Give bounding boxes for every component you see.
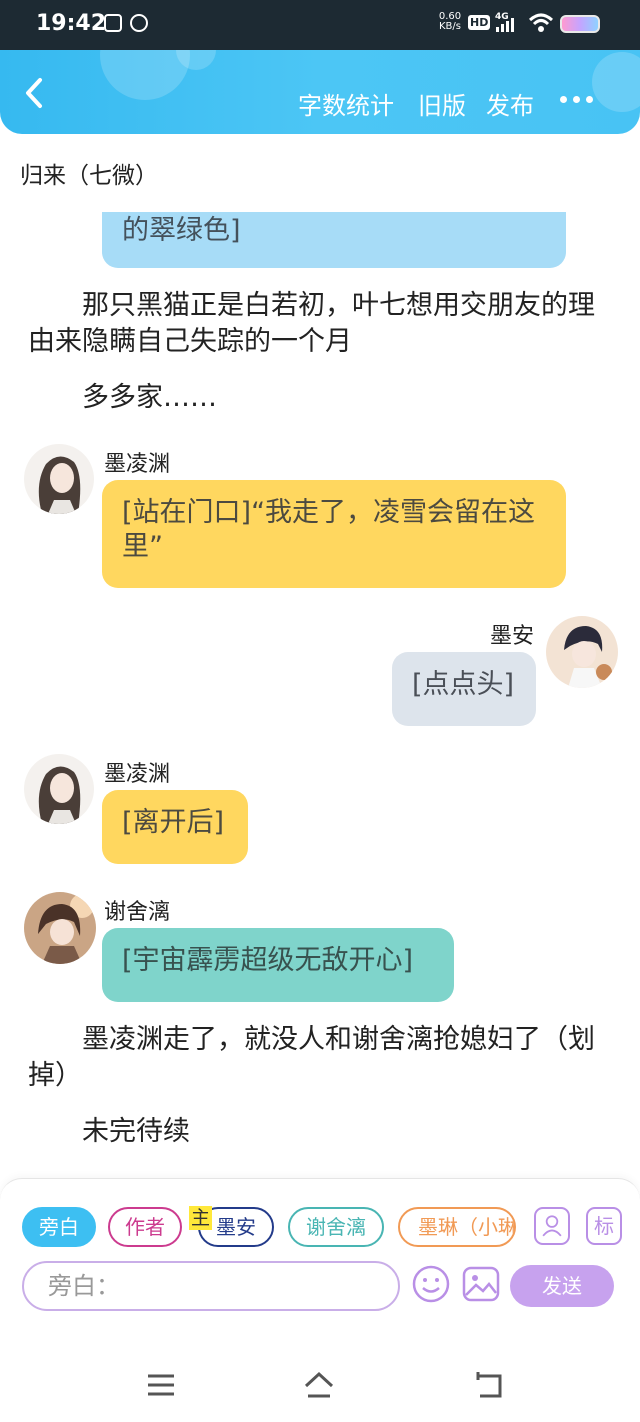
message-bubble[interactable]: 的翠绿色] <box>102 212 566 268</box>
role-chip-narrator[interactable]: 旁白 <box>22 1207 96 1247</box>
wifi-icon <box>528 13 554 32</box>
message-input[interactable]: 旁白： <box>22 1261 400 1311</box>
publish-button[interactable]: 发布 <box>486 86 534 121</box>
narration-text[interactable]: 多多家…… <box>82 380 217 416</box>
speaker-name: 谢舍漓 <box>104 900 171 925</box>
narration-text[interactable]: 未完待续 <box>82 1114 190 1150</box>
main-role-tag: 主 <box>189 1206 213 1230</box>
word-count-button[interactable]: 字数统计 <box>298 86 394 121</box>
role-chip-xieshelin[interactable]: 谢舍漓 <box>288 1207 384 1247</box>
app-status-icon <box>130 14 148 32</box>
more-options-icon[interactable] <box>560 86 600 112</box>
system-nav-bar <box>0 1350 640 1422</box>
speaker-name: 墨凌渊 <box>104 762 171 787</box>
image-icon[interactable] <box>462 1265 500 1303</box>
chapter-title[interactable]: 归来（七微） <box>20 156 158 190</box>
avatar-molingyuan[interactable] <box>24 754 94 824</box>
narration-text[interactable]: 墨凌渊走了，就没人和谢舍漓抢媳妇了（划掉） <box>28 1022 618 1094</box>
menu-icon[interactable] <box>144 1368 178 1402</box>
network-type: 4G <box>495 12 509 22</box>
net-speed-unit: KB/s <box>439 21 461 32</box>
speaker-name: 墨凌渊 <box>104 452 171 477</box>
hd-icon: HD <box>468 15 491 30</box>
emoji-icon[interactable] <box>412 1265 450 1303</box>
message-bubble[interactable]: [点点头] <box>392 652 536 726</box>
back-icon[interactable] <box>18 76 52 110</box>
avatar-moan[interactable] <box>546 616 618 688</box>
signal-icon: 4G <box>495 12 514 32</box>
story-content[interactable]: 的翠绿色] 那只黑猫正是白若初，叶七想用交朋友的理由来隐瞒自己失踪的一个月 多多… <box>0 212 640 1172</box>
speaker-name: 墨安 <box>490 624 535 649</box>
net-speed: 0.60 KB/s <box>438 12 462 32</box>
character-manage-icon[interactable] <box>534 1207 570 1245</box>
status-bar: 19:42 0.60 KB/s HD 4G <box>0 0 640 50</box>
avatar-molingyuan[interactable] <box>24 444 94 514</box>
notification-icon <box>104 14 122 32</box>
home-icon[interactable] <box>302 1368 336 1402</box>
message-bubble[interactable]: [宇宙霹雳超级无敌开心] <box>102 928 454 1002</box>
old-version-button[interactable]: 旧版 <box>418 86 466 121</box>
avatar-xieshelin[interactable] <box>24 892 96 964</box>
back-nav-icon[interactable] <box>472 1368 506 1402</box>
role-chip-author[interactable]: 作者 <box>108 1207 182 1247</box>
status-time: 19:42 <box>36 11 107 36</box>
message-bubble[interactable]: [站在门口]“我走了，凌雪会留在这里” <box>102 480 566 588</box>
narration-text[interactable]: 那只黑猫正是白若初，叶七想用交朋友的理由来隐瞒自己失踪的一个月 <box>28 288 618 360</box>
input-panel: 旁白 作者 墨安 谢舍漓 墨琳（小琳 标 旁白： 发送 <box>0 1178 640 1350</box>
send-button[interactable]: 发送 <box>510 1265 614 1307</box>
mark-button[interactable]: 标 <box>586 1207 622 1245</box>
battery-icon <box>560 15 600 33</box>
role-chip-molin[interactable]: 墨琳（小琳 <box>398 1207 516 1247</box>
editor-header: 字数统计 旧版 发布 <box>0 50 640 134</box>
message-bubble[interactable]: [离开后] <box>102 790 248 864</box>
